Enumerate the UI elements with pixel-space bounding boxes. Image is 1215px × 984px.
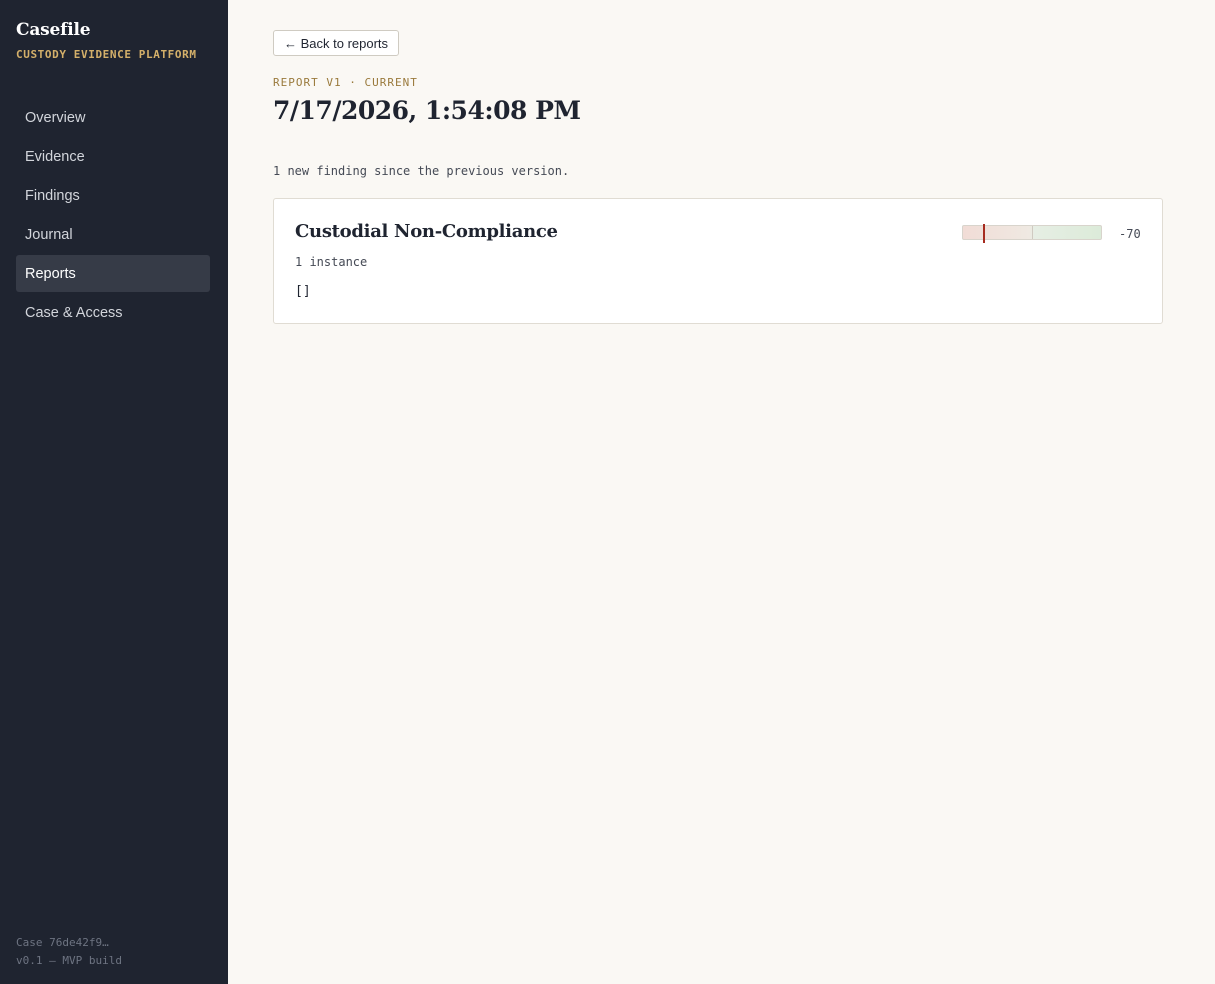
score-marker [983,224,985,243]
sidebar-item-findings[interactable]: Findings [16,177,210,214]
finding-title: Custodial Non-Compliance [295,221,558,242]
finding-count: 1 instance [295,255,368,269]
score-value: -70 [1119,227,1141,241]
report-summary: 1 new finding since the previous version… [273,164,570,178]
sidebar-nav: Overview Evidence Findings Journal Repor… [16,99,210,333]
sidebar-footer: Case 76de42f9… v0.1 — MVP build [16,934,122,970]
finding-card: Custodial Non-Compliance 1 instance [] -… [273,198,1163,324]
case-id: Case 76de42f9… [16,936,109,949]
finding-body: [] [295,284,311,299]
sidebar-item-evidence[interactable]: Evidence [16,138,210,175]
main-content: ← Back to reports REPORT V1 · CURRENT 7/… [228,0,1215,984]
sidebar-item-reports[interactable]: Reports [16,255,210,292]
back-to-reports-button[interactable]: ← Back to reports [273,30,400,56]
sidebar-item-overview[interactable]: Overview [16,99,210,136]
report-version-label: REPORT V1 · CURRENT [273,76,418,89]
score-midline [1032,226,1033,239]
brand-subtitle: CUSTODY EVIDENCE PLATFORM [16,48,197,61]
brand-title: Casefile [16,20,91,40]
version-label: v0.1 — MVP build [16,954,122,967]
sidebar-item-journal[interactable]: Journal [16,216,210,253]
page-title: 7/17/2026, 1:54:08 PM [273,96,581,125]
score-bar [962,224,1102,243]
sidebar-item-case-access[interactable]: Case & Access [16,294,210,331]
sidebar: Casefile CUSTODY EVIDENCE PLATFORM Overv… [0,0,228,984]
